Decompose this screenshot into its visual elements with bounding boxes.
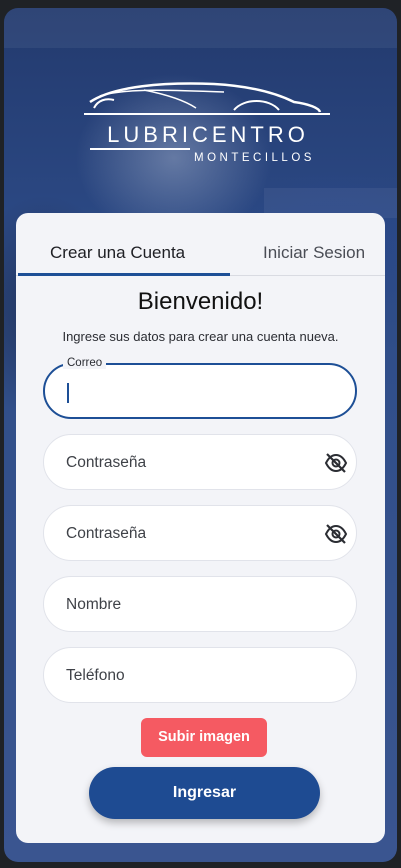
active-tab-indicator [18,273,230,276]
confirm-password-placeholder: Contraseña [66,525,147,542]
tab-login[interactable]: Iniciar Sesion [263,243,365,263]
email-label: Correo [63,357,107,369]
tab-create-account[interactable]: Crear una Cuenta [50,243,185,263]
background-image [4,8,397,48]
text-cursor [67,383,69,403]
eye-off-icon[interactable] [324,523,348,545]
password-placeholder: Contraseña [66,454,147,471]
upload-image-button[interactable]: Subir imagen [141,718,267,757]
app-screen: LUBRICENTRO MONTECILLOS Crear una Cuenta… [4,8,397,862]
email-field[interactable]: Correo [43,357,357,419]
logo-divider [90,148,190,150]
brand-subtitle: MONTECILLOS [194,152,315,164]
phone-placeholder: Teléfono [66,667,125,684]
brand-logo: LUBRICENTRO MONTECILLOS [84,78,334,173]
brand-name: LUBRICENTRO [107,122,309,147]
page-title: Bienvenido! [137,288,264,315]
password-field[interactable]: Contraseña [43,434,357,490]
name-placeholder: Nombre [66,596,122,613]
confirm-password-field[interactable]: Contraseña [43,505,357,561]
register-card: Crear una Cuenta Iniciar Sesion Bienveni… [16,213,385,843]
name-field[interactable]: Nombre [43,576,357,632]
submit-button[interactable]: Ingresar [89,767,320,819]
page-subtitle: Ingrese sus datos para crear una cuenta … [62,329,339,344]
eye-off-icon[interactable] [324,452,348,474]
phone-field[interactable]: Teléfono [43,647,357,703]
